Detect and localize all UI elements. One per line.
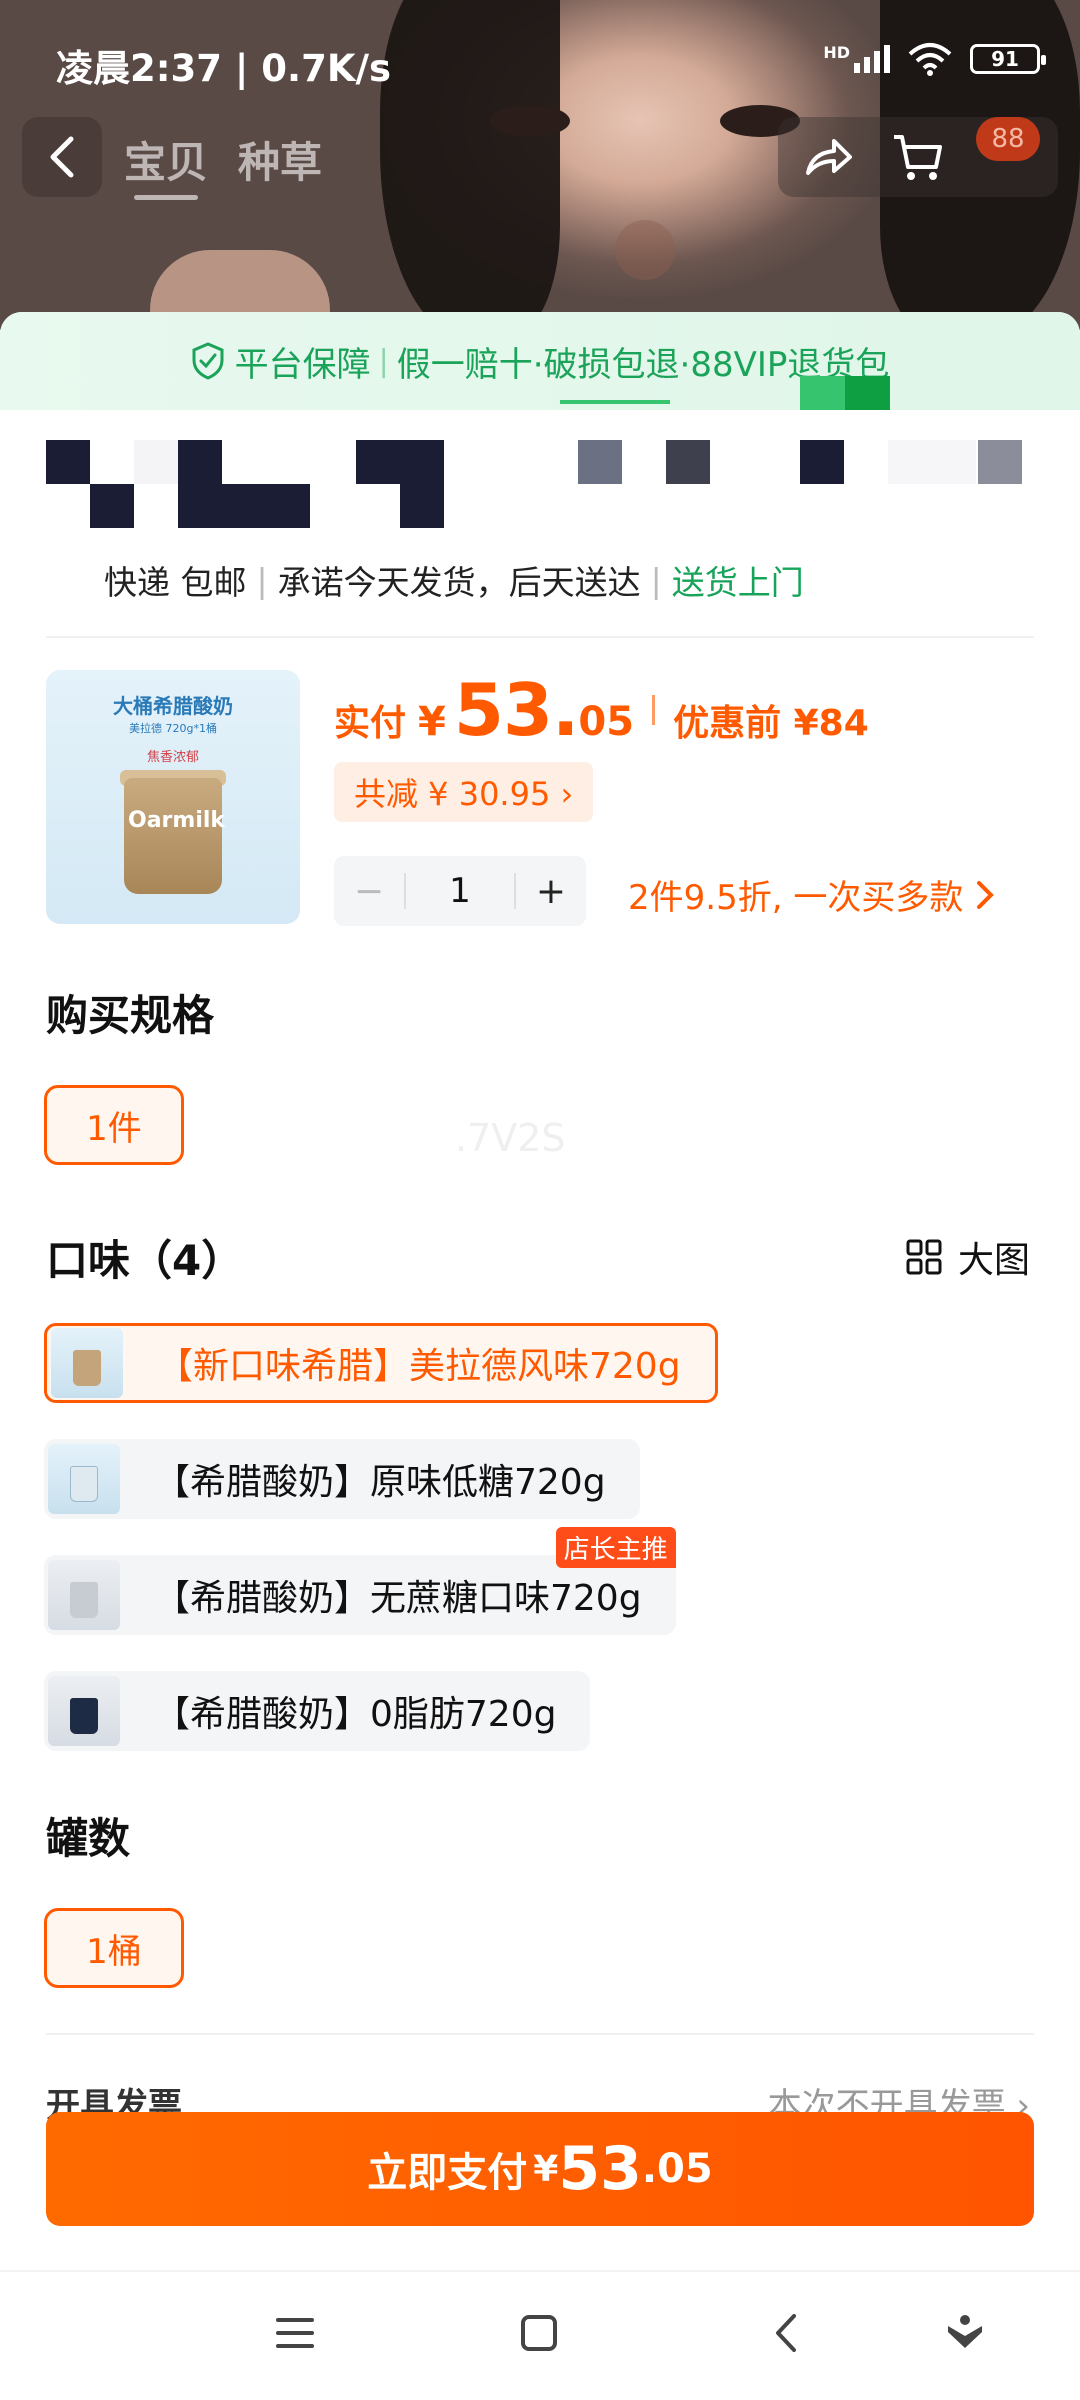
home-icon[interactable] bbox=[518, 2312, 560, 2354]
platform-guarantee-banner[interactable]: 平台保障 | 假一赔十·破损包退·88VIP退货包 bbox=[0, 312, 1080, 410]
hd-label: HD bbox=[823, 43, 850, 62]
flavor-thumb bbox=[48, 1444, 120, 1514]
flavor-thumb bbox=[48, 1560, 120, 1630]
cans-title: 罐数 bbox=[46, 1814, 131, 1863]
status-time: 凌晨2:37 | 0.7K/s bbox=[56, 47, 392, 90]
price-decimal: 05 bbox=[578, 699, 635, 745]
flavor-option-zero-fat[interactable]: 【希腊酸奶】0脂肪720g bbox=[44, 1671, 591, 1751]
censored-address-block bbox=[0, 410, 1080, 550]
pay-button-currency: ¥ bbox=[533, 2148, 559, 2190]
back-button[interactable] bbox=[22, 117, 102, 197]
tab-product[interactable]: 宝贝 bbox=[124, 129, 208, 200]
nav-tabs: 宝贝 种草 bbox=[124, 129, 322, 200]
share-icon[interactable] bbox=[800, 129, 856, 185]
status-icons: HD 91 bbox=[823, 42, 1046, 76]
menu-icon[interactable] bbox=[274, 2312, 316, 2354]
quantity-stepper: − 1 + bbox=[334, 856, 586, 926]
big-view-label: 大图 bbox=[957, 1240, 1030, 1281]
flavor-header: 口味（4） 大图 bbox=[0, 1227, 1080, 1287]
cans-option-1[interactable]: 1桶 bbox=[44, 1908, 184, 1988]
nav-actions: 88 bbox=[778, 117, 1058, 197]
price-line: 实付 ¥ 53. 05 优惠前 ¥84 bbox=[334, 668, 869, 752]
assistant-icon[interactable] bbox=[944, 2312, 986, 2354]
promo-text: 2件9.5折, 一次买多款 bbox=[628, 878, 964, 918]
divider bbox=[46, 2033, 1034, 2035]
pay-button-label: 立即支付 bbox=[367, 2150, 528, 2196]
wifi-icon bbox=[908, 43, 952, 76]
decrease-button[interactable]: − bbox=[334, 871, 404, 912]
product-summary: 大桶希腊酸奶 美拉德 720g*1桶 焦香浓郁 Oarmilk 实付 ¥ 53.… bbox=[0, 638, 1080, 938]
pay-label: 实付 bbox=[334, 703, 407, 744]
flavor-label: 【新口味希腊】美拉德风味720g bbox=[157, 1346, 681, 1387]
store-recommend-badge: 店长主推 bbox=[555, 1527, 676, 1568]
quantity-value[interactable]: 1 bbox=[404, 873, 516, 909]
thumb-subtitle: 美拉德 720g*1桶 bbox=[129, 722, 217, 735]
spec-option-1[interactable]: 1件 bbox=[44, 1085, 184, 1165]
delivery-promise: 承诺今天发货，后天送达 bbox=[277, 563, 641, 602]
price-integer: 53. bbox=[453, 668, 580, 752]
yogurt-tub-image bbox=[124, 778, 222, 894]
cart-icon[interactable] bbox=[890, 129, 946, 185]
thumb-brand: Oarmilk bbox=[128, 808, 226, 833]
flavor-option-maillard[interactable]: 【新口味希腊】美拉德风味720g bbox=[44, 1323, 718, 1403]
pay-now-button[interactable]: 立即支付 ¥ 53 .05 bbox=[46, 2112, 1034, 2226]
top-nav: 宝贝 种草 88 bbox=[0, 115, 1080, 205]
thumb-title: 大桶希腊酸奶 bbox=[113, 694, 233, 718]
shipping-text: 快递 包邮 bbox=[104, 563, 247, 602]
chevron-left-icon bbox=[50, 136, 74, 178]
discount-detail-button[interactable]: 共减 ¥ 30.95 › bbox=[334, 762, 594, 822]
spec-title: 购买规格 bbox=[46, 991, 215, 1040]
thumb-tag: 焦香浓郁 bbox=[146, 750, 199, 765]
flavor-label: 【希腊酸奶】原味低糖720g bbox=[154, 1462, 606, 1503]
delivery-info: 快递 包邮 | 承诺今天发货，后天送达 | 送货上门 bbox=[0, 550, 1080, 610]
chevron-right-icon bbox=[977, 880, 995, 909]
home-delivery-label: 送货上门 bbox=[671, 563, 804, 602]
flavor-thumb bbox=[51, 1328, 123, 1398]
guarantee-label: 平台保障 bbox=[234, 344, 371, 385]
multi-buy-promo[interactable]: 2件9.5折, 一次买多款 bbox=[628, 870, 995, 919]
cart-count-badge: 88 bbox=[976, 117, 1040, 161]
flavor-thumb bbox=[48, 1676, 120, 1746]
original-price: 优惠前 ¥84 bbox=[673, 703, 869, 744]
watermark-text: .7V2S bbox=[455, 1116, 566, 1160]
pay-button-cents: .05 bbox=[641, 2146, 713, 2192]
battery-icon: 91 bbox=[970, 44, 1046, 74]
tab-recommend[interactable]: 种草 bbox=[238, 129, 322, 190]
flavor-option-original[interactable]: 【希腊酸奶】原味低糖720g bbox=[44, 1439, 640, 1519]
currency-symbol: ¥ bbox=[418, 699, 446, 745]
shield-check-icon bbox=[192, 342, 224, 380]
flavor-label: 【希腊酸奶】无蔗糖口味720g bbox=[154, 1578, 642, 1619]
increase-button[interactable]: + bbox=[516, 871, 586, 912]
product-thumbnail[interactable]: 大桶希腊酸奶 美拉德 720g*1桶 焦香浓郁 Oarmilk bbox=[46, 670, 300, 924]
signal-icon: HD bbox=[823, 45, 890, 73]
back-nav-icon[interactable] bbox=[766, 2312, 808, 2354]
big-view-toggle[interactable]: 大图 bbox=[906, 1231, 1030, 1283]
flavor-label: 【希腊酸奶】0脂肪720g bbox=[154, 1694, 557, 1735]
flavor-option-sugar-free[interactable]: 【希腊酸奶】无蔗糖口味720g 店长主推 bbox=[44, 1527, 676, 1635]
status-bar: 凌晨2:37 | 0.7K/s HD 91 bbox=[0, 0, 1080, 120]
system-nav-bar bbox=[0, 2270, 1080, 2400]
grid-icon bbox=[906, 1239, 942, 1275]
pay-button-amount: 53 bbox=[558, 2134, 642, 2204]
